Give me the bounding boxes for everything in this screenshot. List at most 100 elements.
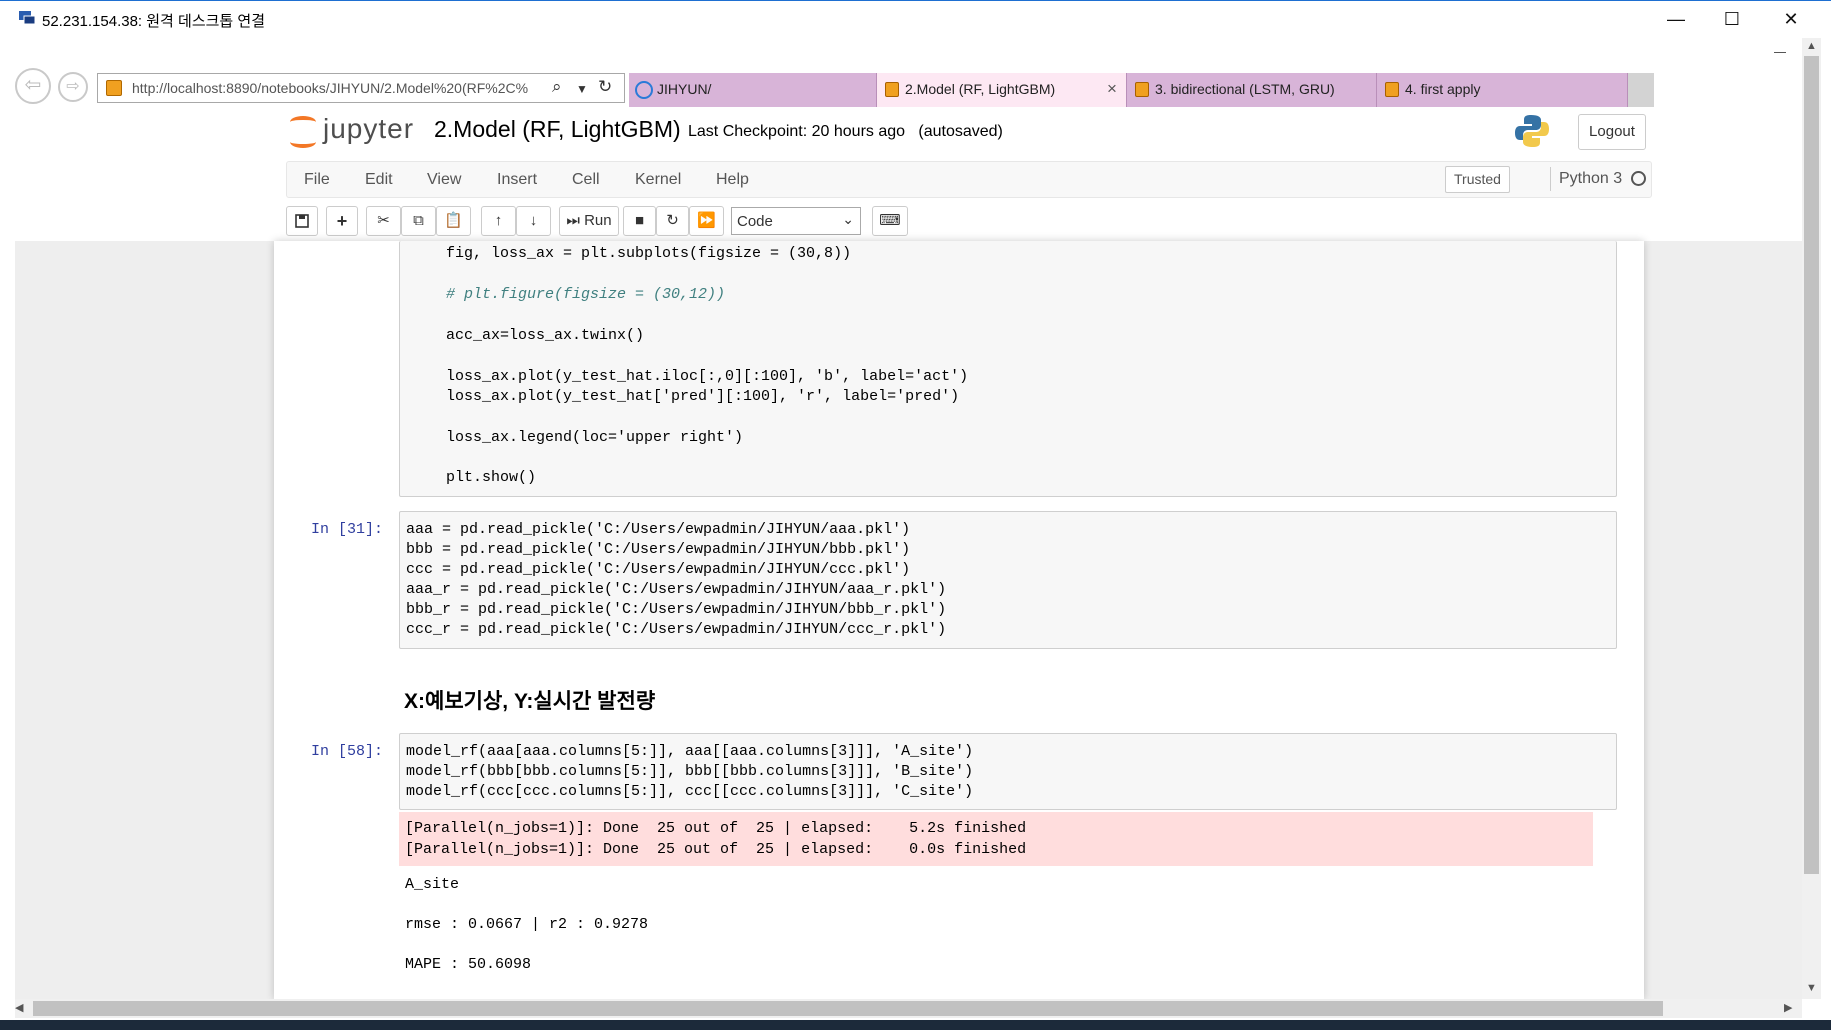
save-button[interactable] bbox=[286, 206, 318, 236]
run-button[interactable]: ⏭ Run bbox=[559, 206, 619, 236]
back-button[interactable]: ⇦ bbox=[15, 68, 51, 104]
code-cell-input[interactable]: model_rf(aaa[aaa.columns[5:]], aaa[[aaa.… bbox=[399, 733, 1617, 810]
python-logo-icon bbox=[1515, 115, 1549, 147]
tab-jihyun[interactable]: JIHYUN/ bbox=[629, 73, 877, 107]
insert-cell-button[interactable]: + bbox=[326, 206, 358, 236]
scroll-right-icon[interactable]: ▶ bbox=[1784, 1001, 1792, 1014]
menu-cell[interactable]: Cell bbox=[572, 171, 600, 189]
cell-type-select[interactable]: Code ⌄ bbox=[731, 207, 861, 235]
code-line: model_rf(bbb[bbb.columns[5:]], bbb[[bbb.… bbox=[406, 763, 974, 780]
command-palette-button[interactable]: ⌨ bbox=[872, 206, 908, 236]
trusted-badge[interactable]: Trusted bbox=[1445, 166, 1510, 193]
chevron-down-icon: ⌄ bbox=[842, 211, 854, 227]
paste-button[interactable]: 📋 bbox=[436, 206, 471, 236]
notebook-name[interactable]: 2.Model (RF, LightGBM) bbox=[434, 116, 681, 143]
forward-button[interactable]: ⇨ bbox=[58, 72, 88, 102]
save-icon bbox=[295, 214, 309, 228]
code-line: fig, loss_ax = plt.subplots(figsize = (3… bbox=[446, 245, 852, 262]
menu-edit[interactable]: Edit bbox=[365, 171, 393, 189]
menu-insert[interactable]: Insert bbox=[497, 171, 537, 189]
notebook-icon bbox=[1135, 82, 1149, 97]
stderr-line: [Parallel(n_jobs=1)]: Done 25 out of 25 … bbox=[405, 841, 1027, 858]
close-button[interactable]: ✕ bbox=[1771, 6, 1811, 32]
code-line: loss_ax.plot(y_test_hat.iloc[:,0][:100],… bbox=[446, 368, 969, 385]
ie-icon bbox=[635, 81, 653, 99]
restart-icon: ↻ bbox=[666, 212, 679, 229]
scroll-down-icon[interactable]: ▼ bbox=[1806, 982, 1817, 994]
cell-type-value: Code bbox=[737, 213, 773, 230]
minimize-button[interactable]: — bbox=[1656, 6, 1696, 32]
code-cell-input[interactable]: aaa = pd.read_pickle('C:/Users/ewpadmin/… bbox=[399, 511, 1617, 649]
tab-first-apply[interactable]: 4. first apply bbox=[1377, 73, 1628, 107]
scroll-up-icon[interactable]: ▲ bbox=[1806, 40, 1817, 52]
restart-run-all-button[interactable]: ⏩ bbox=[689, 206, 724, 236]
input-prompt: In [31]: bbox=[311, 521, 384, 538]
vertical-scroll-thumb[interactable] bbox=[1804, 56, 1819, 874]
taskbar-edge bbox=[0, 1020, 1831, 1030]
kernel-idle-icon bbox=[1631, 171, 1646, 186]
code-line: ccc_r = pd.read_pickle('C:/Users/ewpadmi… bbox=[406, 621, 947, 638]
copy-icon: ⧉ bbox=[413, 212, 424, 229]
stderr-line: [Parallel(n_jobs=1)]: Done 25 out of 25 … bbox=[405, 820, 1027, 837]
new-tab-button[interactable] bbox=[1628, 73, 1654, 107]
jupyter-logo-text[interactable]: jupyter bbox=[323, 113, 414, 145]
remote-desktop-icon bbox=[19, 11, 36, 25]
code-cell-input[interactable]: fig, loss_ax = plt.subplots(figsize = (3… bbox=[399, 241, 1617, 497]
arrow-up-icon: ↑ bbox=[494, 212, 503, 229]
last-checkpoint: Last Checkpoint: 20 hours ago bbox=[688, 123, 906, 140]
tab-close-icon[interactable]: × bbox=[1107, 79, 1117, 99]
tab-label: 2.Model (RF, LightGBM) bbox=[905, 81, 1056, 97]
tab-bidirectional[interactable]: 3. bidirectional (LSTM, GRU) bbox=[1127, 73, 1377, 107]
code-line: bbb_r = pd.read_pickle('C:/Users/ewpadmi… bbox=[406, 601, 947, 618]
refresh-icon[interactable]: ↻ bbox=[598, 77, 612, 97]
search-icon[interactable]: ⌕ bbox=[552, 77, 562, 97]
tab-label: 3. bidirectional (LSTM, GRU) bbox=[1155, 81, 1335, 97]
interrupt-button[interactable]: ■ bbox=[623, 206, 656, 236]
maximize-button[interactable]: ☐ bbox=[1712, 6, 1752, 32]
jupyter-logo-icon-lower bbox=[290, 136, 316, 148]
output-mape: MAPE : 50.6098 bbox=[405, 956, 532, 973]
scroll-left-icon[interactable]: ◀ bbox=[15, 1001, 23, 1014]
menu-file[interactable]: File bbox=[304, 171, 330, 189]
input-prompt: In [58]: bbox=[311, 743, 384, 760]
cut-button[interactable]: ✂ bbox=[366, 206, 401, 236]
address-bar[interactable]: http://localhost:8890/notebooks/JIHYUN/2… bbox=[97, 73, 625, 103]
code-comment: # plt.figure(figsize = (30,12)) bbox=[446, 286, 726, 303]
code-line: aaa = pd.read_pickle('C:/Users/ewpadmin/… bbox=[406, 521, 911, 538]
move-down-button[interactable]: ↓ bbox=[516, 206, 551, 236]
code-line: loss_ax.plot(y_test_hat['pred'][:100], '… bbox=[446, 388, 960, 405]
autosave-status: (autosaved) bbox=[918, 123, 1003, 140]
horizontal-scroll-thumb[interactable] bbox=[33, 1001, 1663, 1016]
code-line: plt.show() bbox=[446, 469, 537, 486]
menu-help[interactable]: Help bbox=[716, 171, 749, 189]
code-line: model_rf(ccc[ccc.columns[5:]], ccc[[ccc.… bbox=[406, 783, 974, 800]
code-line: acc_ax=loss_ax.twinx() bbox=[446, 327, 645, 344]
move-up-button[interactable]: ↑ bbox=[481, 206, 516, 236]
logout-button[interactable]: Logout bbox=[1578, 114, 1646, 150]
code-line: loss_ax.legend(loc='upper right') bbox=[446, 429, 744, 446]
notebook-icon bbox=[1385, 82, 1399, 97]
tab-model-rf-lightgbm[interactable]: 2.Model (RF, LightGBM) × bbox=[877, 73, 1127, 107]
keyboard-icon: ⌨ bbox=[879, 212, 901, 229]
stop-icon: ■ bbox=[634, 212, 645, 229]
paste-icon: 📋 bbox=[444, 212, 463, 229]
fast-forward-icon: ⏩ bbox=[697, 212, 716, 229]
url-text[interactable]: http://localhost:8890/notebooks/JIHYUN/2… bbox=[132, 80, 542, 96]
jupyter-logo-icon[interactable] bbox=[290, 116, 316, 128]
restart-button[interactable]: ↻ bbox=[656, 206, 689, 236]
notebook-icon bbox=[885, 82, 899, 97]
output-site: A_site bbox=[405, 876, 460, 893]
inner-minimize-icon[interactable] bbox=[1774, 52, 1786, 53]
tab-label: 4. first apply bbox=[1405, 81, 1481, 97]
menu-kernel[interactable]: Kernel bbox=[635, 171, 681, 189]
plus-icon: + bbox=[336, 211, 348, 231]
rdp-title-bar: 52.231.154.38: 원격 데스크톱 연결 bbox=[0, 0, 1831, 38]
kernel-name: Python 3 bbox=[1559, 170, 1623, 187]
rdp-title: 52.231.154.38: 원격 데스크톱 연결 bbox=[42, 13, 265, 30]
markdown-heading[interactable]: X:예보기상, Y:실시간 발전량 bbox=[404, 685, 655, 715]
menu-view[interactable]: View bbox=[427, 171, 461, 189]
code-line: aaa_r = pd.read_pickle('C:/Users/ewpadmi… bbox=[406, 581, 947, 598]
code-line: model_rf(aaa[aaa.columns[5:]], aaa[[aaa.… bbox=[406, 743, 974, 760]
dropdown-arrow-icon[interactable]: ▼ bbox=[576, 82, 588, 96]
copy-button[interactable]: ⧉ bbox=[401, 206, 436, 236]
